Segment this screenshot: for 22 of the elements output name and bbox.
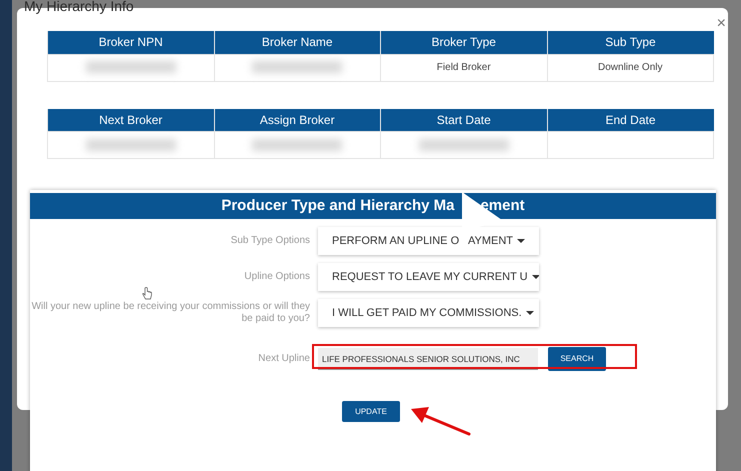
search-field[interactable]: LIFE PROFESSIONALS SENIOR SOLUTIONS, INC (318, 348, 538, 370)
column-header: Next Broker (48, 108, 214, 132)
column-header: Broker Name (214, 31, 380, 54)
table-cell: Field Broker (380, 54, 547, 81)
column-header: Sub Type (547, 31, 714, 54)
search-button[interactable]: SEARCH (548, 347, 606, 371)
column-header: Broker Type (380, 31, 547, 54)
column-header: Start Date (380, 108, 547, 132)
field-label: Will your new upline be receiving your commissions or will they be paid to you? (30, 300, 311, 326)
update-button[interactable]: UPDATE (342, 401, 400, 422)
column-header: Broker NPN (48, 31, 214, 54)
dropdown[interactable]: REQUEST TO LEAVE MY CURRENT U (318, 263, 539, 291)
hand-cursor-icon (142, 287, 152, 300)
field-label: Next Upline (257, 352, 311, 366)
field-label: Sub Type Options (230, 234, 311, 248)
column-header: Assign Broker (214, 108, 380, 132)
field-label: Upline Options (243, 270, 311, 284)
dropdown[interactable]: I WILL GET PAID MY COMMISSIONS. (318, 299, 539, 327)
close-button[interactable]: × (714, 16, 728, 32)
panel-title: Producer Type and Hierarchy Ma (221, 196, 454, 216)
table-cell: Downline Only (547, 54, 714, 81)
column-header: End Date (547, 108, 714, 132)
